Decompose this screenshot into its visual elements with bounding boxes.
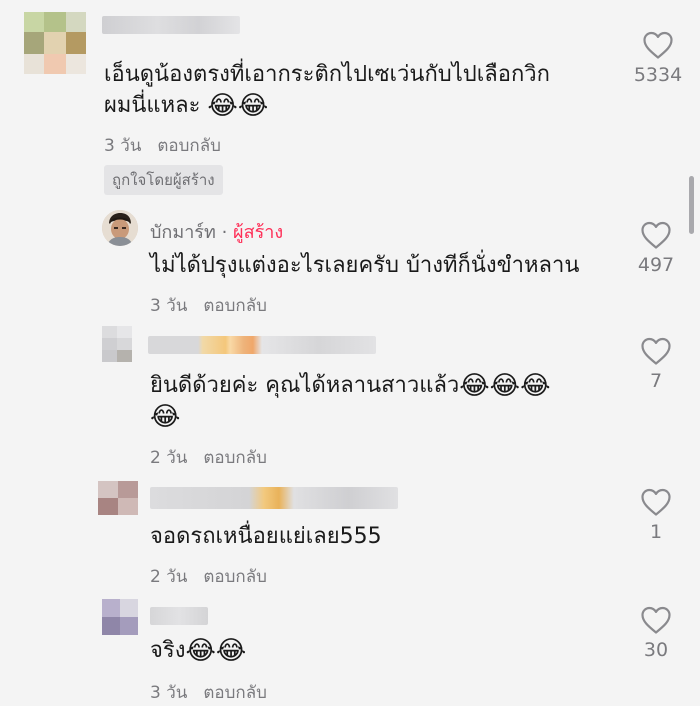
like-count: 5334 (633, 64, 683, 86)
comment-item: จริง😂😂 3 วัน ตอบกลับ 30 (0, 595, 700, 706)
like-button[interactable]: 7 (621, 336, 691, 392)
like-count: 7 (649, 370, 663, 392)
username-blurred[interactable] (148, 336, 376, 354)
reply-button[interactable]: ตอบกลับ (203, 296, 267, 316)
laughing-tears-emoji: 😂 (489, 371, 521, 401)
comment-text-line2: ผมนี่แหละ 😂😂 (104, 91, 269, 121)
comment-item-creator-reply: บักมาร์ท · ผู้สร้าง ไม่ได้ปรุงแต่งอะไรเล… (0, 200, 700, 320)
comment-time: 2 วัน (150, 567, 188, 587)
comment-text: ไม่ได้ปรุงแต่งอะไรเลยครับ บ้างทีก็นั่งขำ… (150, 253, 580, 278)
comment-text-line2: 😂 (150, 399, 180, 434)
comment-meta: 3 วัน ตอบกลับ (150, 292, 267, 319)
comment-meta: 2 วัน ตอบกลับ (150, 563, 267, 590)
comment-time: 3 วัน (104, 136, 142, 156)
comment-author[interactable]: บักมาร์ท · ผู้สร้าง (150, 217, 283, 246)
laughing-tears-emoji: 😂 (207, 91, 238, 121)
laughing-tears-emoji: 😂 (237, 91, 269, 121)
like-button[interactable]: 1 (621, 487, 691, 543)
heart-icon[interactable] (642, 30, 674, 60)
like-count: 30 (643, 639, 669, 661)
laughing-tears-emoji: 😂 (459, 371, 490, 401)
reply-button[interactable]: ตอบกลับ (157, 136, 221, 156)
username-blurred[interactable] (102, 16, 240, 34)
comment-text: ยินดีด้วยค่ะ คุณได้หลานสาวแล้ว😂😂😂 (150, 371, 551, 401)
comment-item: จอดรถเหนื่อยแย่เลย555 2 วัน ตอบกลับ 1 (0, 475, 700, 595)
comment-text: เอ็นดูน้องตรงที่เอากระติกไปเซเว่นกับไปเล… (104, 62, 550, 87)
reply-button[interactable]: ตอบกลับ (203, 448, 267, 468)
comment-meta: 3 วัน ตอบกลับ (150, 679, 267, 706)
comment-meta: 3 วัน ตอบกลับ (104, 132, 221, 159)
username-blurred[interactable] (150, 607, 208, 625)
comment-time: 2 วัน (150, 448, 188, 468)
laughing-tears-emoji: 😂 (185, 636, 216, 666)
comment-meta: 2 วัน ตอบกลับ (150, 444, 267, 471)
avatar[interactable] (98, 481, 138, 515)
heart-icon[interactable] (640, 605, 672, 635)
username-blurred[interactable] (150, 487, 398, 509)
like-count: 497 (637, 254, 675, 276)
like-button[interactable]: 30 (621, 605, 691, 661)
heart-icon[interactable] (640, 487, 672, 517)
avatar[interactable] (24, 12, 86, 74)
laughing-tears-emoji: 😂 (150, 402, 181, 432)
laughing-tears-emoji: 😂 (520, 371, 551, 401)
creator-avatar-image (102, 210, 138, 246)
avatar[interactable] (102, 599, 138, 635)
heart-icon[interactable] (640, 336, 672, 366)
comment-time: 3 วัน (150, 296, 188, 316)
like-button[interactable]: 497 (621, 220, 691, 276)
creator-label: ผู้สร้าง (233, 222, 284, 243)
comment-text: จริง😂😂 (150, 636, 247, 666)
avatar[interactable] (102, 210, 138, 246)
reply-button[interactable]: ตอบกลับ (203, 567, 267, 587)
reply-button[interactable]: ตอบกลับ (203, 683, 267, 703)
like-count: 1 (649, 521, 663, 543)
laughing-tears-emoji: 😂 (215, 636, 247, 666)
comment-time: 3 วัน (150, 683, 188, 703)
comment-text: จอดรถเหนื่อยแย่เลย555 (150, 524, 382, 549)
comment-item: เอ็นดูน้องตรงที่เอากระติกไปเซเว่นกับไปเล… (0, 0, 700, 200)
scrollbar[interactable] (689, 176, 694, 234)
avatar[interactable] (102, 326, 132, 362)
liked-by-creator-badge: ถูกใจโดยผู้สร้าง (104, 165, 223, 195)
comment-item: ยินดีด้วยค่ะ คุณได้หลานสาวแล้ว😂😂😂 😂 2 วั… (0, 320, 700, 475)
heart-icon[interactable] (640, 220, 672, 250)
like-button[interactable]: 5334 (623, 30, 693, 86)
